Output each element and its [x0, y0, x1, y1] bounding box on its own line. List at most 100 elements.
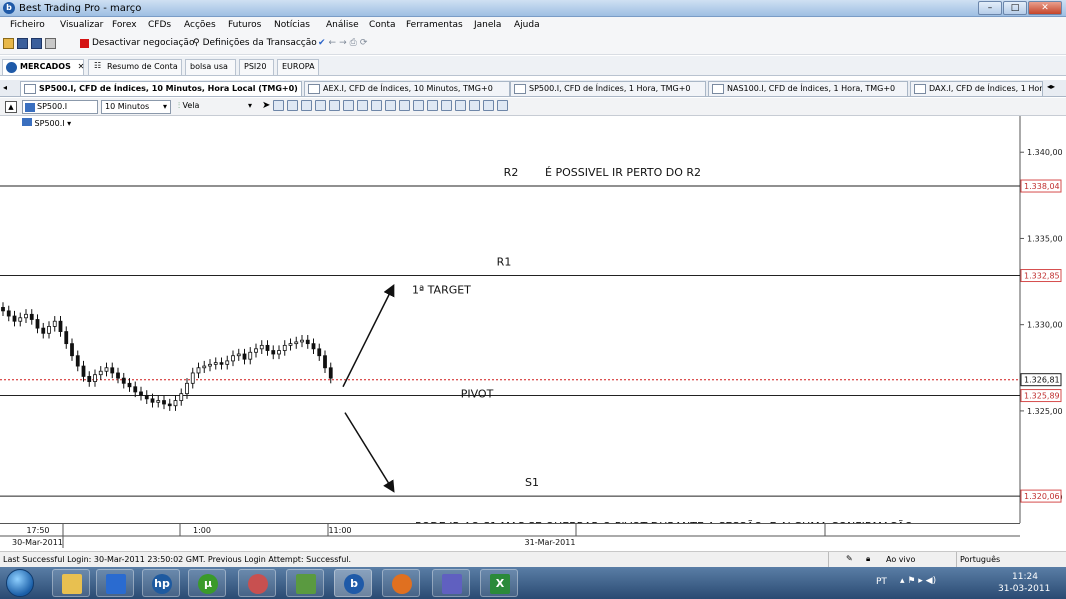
chart-type-select[interactable]: ⫶ Vela ▾: [178, 101, 258, 111]
candle-body: [208, 363, 212, 367]
chart-tab-sp500-1h[interactable]: SP500.I, CFD de Índices, 1 Hora, TMG+0: [510, 81, 706, 96]
open-folder-icon[interactable]: [3, 38, 14, 49]
menu-accoes[interactable]: Acções: [184, 20, 216, 30]
copy-icon[interactable]: [441, 100, 453, 111]
magnet-icon[interactable]: [497, 100, 509, 111]
horizontal-line-icon[interactable]: [371, 100, 383, 111]
login-status: Last Successful Login: 30-Mar-2011 23:50…: [3, 555, 352, 564]
save-icon[interactable]: [17, 38, 28, 49]
level-label-s1: S1: [525, 476, 539, 489]
minimize-button[interactable]: –: [978, 1, 1002, 15]
back-icon[interactable]: ←: [329, 38, 337, 48]
network-taskbar-button[interactable]: [286, 569, 324, 597]
candle-body: [185, 382, 189, 395]
crosshair-icon[interactable]: [273, 100, 285, 111]
chart-tab-dax-1h[interactable]: DAX.I, CFD de Índices, 1 Hora: [910, 81, 1043, 96]
drawing-tools: ➤: [262, 100, 509, 111]
print-icon[interactable]: [45, 38, 56, 49]
input-language[interactable]: PT: [876, 577, 887, 587]
chart-tab-aex-10min[interactable]: AEX.I, CFD de Índices, 10 Minutos, TMG+0: [304, 81, 510, 96]
close-button[interactable]: ✕: [1028, 1, 1062, 15]
candle-body: [179, 393, 184, 401]
firefox-taskbar-button[interactable]: [382, 569, 420, 597]
candle-body: [29, 313, 34, 320]
symbol-field[interactable]: SP500.I: [22, 100, 98, 114]
excel-taskbar-button[interactable]: X: [480, 569, 518, 597]
trend-tool-icon[interactable]: [399, 100, 411, 111]
alarm-icon[interactable]: [483, 100, 495, 111]
glasses-icon[interactable]: [469, 100, 481, 111]
outlook-taskbar-button[interactable]: [96, 569, 134, 597]
trading-app-taskbar-button[interactable]: b: [334, 569, 372, 597]
zoom-in-icon[interactable]: [343, 100, 355, 111]
menu-ajuda[interactable]: Ajuda: [514, 20, 540, 30]
menu-forex[interactable]: Forex: [112, 20, 137, 30]
candle-body: [254, 348, 258, 353]
candle-body: [6, 310, 11, 317]
zoom-reset-icon[interactable]: [357, 100, 369, 111]
chart-tab-sp500-10min[interactable]: SP500.I, CFD de Índices, 10 Minutos, Hor…: [20, 81, 302, 96]
tray-icons[interactable]: ▴ ⚑ ▸ ◀): [900, 576, 936, 586]
check-icon[interactable]: ✔: [318, 38, 326, 48]
tab-resumo-de-conta[interactable]: ☷ Resumo de Conta: [88, 59, 182, 75]
menu-ficheiro[interactable]: Ficheiro: [10, 20, 45, 30]
candle-body: [162, 400, 166, 405]
scroll-left-icon[interactable]: ◂: [3, 83, 7, 92]
collapse-icon[interactable]: ▲: [5, 101, 17, 113]
scroll-tabs-icon[interactable]: ◂▸: [1047, 82, 1055, 91]
indicator-icon[interactable]: [287, 100, 299, 111]
tab-psi20[interactable]: PSI20: [239, 59, 274, 75]
maximize-button[interactable]: □: [1003, 1, 1027, 15]
save-all-icon[interactable]: [31, 38, 42, 49]
utorrent-taskbar-button[interactable]: µ: [188, 569, 226, 597]
print-preview-icon[interactable]: ⎙: [350, 38, 357, 48]
candle-body: [139, 391, 143, 396]
candle-body: [93, 374, 97, 382]
menu-cfds[interactable]: CFDs: [148, 20, 171, 30]
menu-analise[interactable]: Análise: [326, 20, 359, 30]
explorer-taskbar-button[interactable]: [52, 569, 90, 597]
candle-body: [202, 365, 207, 369]
menu-ferramentas[interactable]: Ferramentas: [406, 20, 463, 30]
wave-icon[interactable]: [301, 100, 313, 111]
hp-taskbar-button[interactable]: hp: [142, 569, 180, 597]
candle-body: [144, 394, 149, 400]
candle-body: [81, 365, 86, 377]
tab-bolsa-usa[interactable]: bolsa usa: [185, 59, 236, 75]
pan-icon[interactable]: [329, 100, 341, 111]
price-chart[interactable]: SP500.I ▾ 1.340,00 1.335,00 1.330,00 1.325,…: [0, 116, 1066, 523]
candle-body: [317, 348, 322, 357]
candle-body: [116, 372, 120, 379]
paint-taskbar-button[interactable]: [238, 569, 276, 597]
refresh-icon[interactable]: ⟳: [360, 38, 368, 48]
paste-icon[interactable]: [455, 100, 467, 111]
live-status: Ao vivo: [886, 555, 916, 564]
presentation-taskbar-button[interactable]: [432, 569, 470, 597]
chart-tab-nas100-1h[interactable]: NAS100.I, CFD de Índices, 1 Hora, TMG+0: [708, 81, 908, 96]
zoom-box-icon[interactable]: [315, 100, 327, 111]
tab-europa[interactable]: EUROPA: [277, 59, 319, 75]
expand-icon[interactable]: [413, 100, 425, 111]
settings-icon: ⚲: [193, 38, 200, 48]
tab-mercados[interactable]: MERCADOS ✕: [2, 59, 84, 75]
link-icon[interactable]: [427, 100, 439, 111]
menu-visualizar[interactable]: Visualizar: [60, 20, 103, 30]
menu-janela[interactable]: Janela: [474, 20, 501, 30]
interval-select[interactable]: 10 Minutos ▾: [101, 100, 171, 114]
deactivate-trading-button[interactable]: Desactivar negociação: [80, 38, 194, 48]
menu-noticias[interactable]: Notícias: [274, 20, 310, 30]
menu-futuros[interactable]: Futuros: [228, 20, 261, 30]
start-button[interactable]: [6, 569, 34, 597]
candle-body: [98, 370, 103, 376]
close-tab-icon[interactable]: ✕: [78, 62, 85, 71]
chart-icon: [914, 84, 926, 94]
candle-body: [265, 344, 270, 351]
stop-icon: [80, 38, 89, 48]
level-tag: 1.338,04: [1024, 182, 1060, 191]
cursor-icon[interactable]: ➤: [262, 100, 270, 111]
divider: [828, 552, 829, 567]
pencil-icon[interactable]: [385, 100, 397, 111]
forward-icon[interactable]: →: [339, 38, 347, 48]
menu-conta[interactable]: Conta: [369, 20, 396, 30]
transaction-settings-button[interactable]: ⚲ Definições da Transacção: [193, 38, 317, 48]
